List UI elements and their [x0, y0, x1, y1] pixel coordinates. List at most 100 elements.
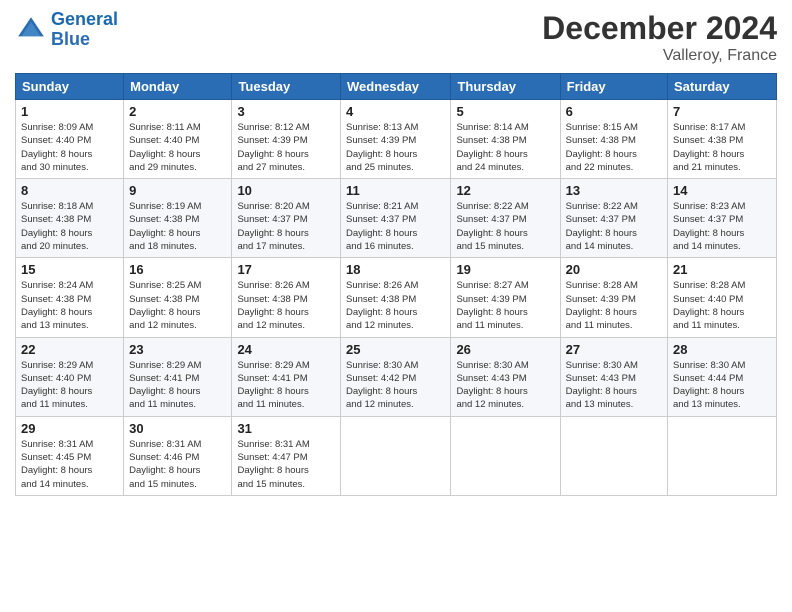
day-header-thursday: Thursday: [451, 74, 560, 100]
day-info: Sunrise: 8:28 AM Sunset: 4:40 PM Dayligh…: [673, 279, 771, 332]
day-info: Sunrise: 8:30 AM Sunset: 4:43 PM Dayligh…: [566, 359, 662, 412]
calendar-cell: 26 Sunrise: 8:30 AM Sunset: 4:43 PM Dayli…: [451, 337, 560, 416]
calendar-week-row: 15 Sunrise: 8:24 AM Sunset: 4:38 PM Dayli…: [16, 258, 777, 337]
calendar-cell: 6 Sunrise: 8:15 AM Sunset: 4:38 PM Daylig…: [560, 100, 667, 179]
day-number: 13: [566, 183, 662, 198]
calendar-cell: 13 Sunrise: 8:22 AM Sunset: 4:37 PM Dayli…: [560, 179, 667, 258]
day-info: Sunrise: 8:29 AM Sunset: 4:41 PM Dayligh…: [237, 359, 335, 412]
calendar-cell: 23Sunrise: 8:29 AM Sunset: 4:41 PM Dayli…: [124, 337, 232, 416]
subtitle: Valleroy, France: [542, 47, 777, 65]
day-header-wednesday: Wednesday: [341, 74, 451, 100]
day-info: Sunrise: 8:30 AM Sunset: 4:42 PM Dayligh…: [346, 359, 445, 412]
calendar-header-row: SundayMondayTuesdayWednesdayThursdayFrid…: [16, 74, 777, 100]
day-info: Sunrise: 8:22 AM Sunset: 4:37 PM Dayligh…: [456, 200, 554, 253]
day-info: Sunrise: 8:31 AM Sunset: 4:45 PM Dayligh…: [21, 438, 118, 491]
day-number: 5: [456, 104, 554, 119]
logo-icon: [15, 14, 47, 46]
calendar-week-row: 8Sunrise: 8:18 AM Sunset: 4:38 PM Daylig…: [16, 179, 777, 258]
calendar-cell: 4 Sunrise: 8:13 AM Sunset: 4:39 PM Daylig…: [341, 100, 451, 179]
calendar-cell: 22Sunrise: 8:29 AM Sunset: 4:40 PM Dayli…: [16, 337, 124, 416]
day-info: Sunrise: 8:19 AM Sunset: 4:38 PM Dayligh…: [129, 200, 226, 253]
page: General Blue December 2024 Valleroy, Fra…: [0, 0, 792, 612]
day-number: 4: [346, 104, 445, 119]
day-info: Sunrise: 8:29 AM Sunset: 4:40 PM Dayligh…: [21, 359, 118, 412]
day-info: Sunrise: 8:22 AM Sunset: 4:37 PM Dayligh…: [566, 200, 662, 253]
title-block: December 2024 Valleroy, France: [542, 10, 777, 65]
calendar-cell: 31 Sunrise: 8:31 AM Sunset: 4:47 PM Dayli…: [232, 416, 341, 495]
day-info: Sunrise: 8:14 AM Sunset: 4:38 PM Dayligh…: [456, 121, 554, 174]
day-number: 27: [566, 342, 662, 357]
day-info: Sunrise: 8:30 AM Sunset: 4:44 PM Dayligh…: [673, 359, 771, 412]
day-number: 6: [566, 104, 662, 119]
day-info: Sunrise: 8:27 AM Sunset: 4:39 PM Dayligh…: [456, 279, 554, 332]
calendar-cell: [341, 416, 451, 495]
calendar-body: 1 Sunrise: 8:09 AM Sunset: 4:40 PM Daylig…: [16, 100, 777, 496]
day-info: Sunrise: 8:28 AM Sunset: 4:39 PM Dayligh…: [566, 279, 662, 332]
day-header-sunday: Sunday: [16, 74, 124, 100]
day-number: 1: [21, 104, 118, 119]
day-info: Sunrise: 8:18 AM Sunset: 4:38 PM Dayligh…: [21, 200, 118, 253]
day-number: 19: [456, 262, 554, 277]
logo-text: General Blue: [51, 10, 118, 50]
day-info: Sunrise: 8:12 AM Sunset: 4:39 PM Dayligh…: [237, 121, 335, 174]
calendar-cell: 15 Sunrise: 8:24 AM Sunset: 4:38 PM Dayli…: [16, 258, 124, 337]
header: General Blue December 2024 Valleroy, Fra…: [15, 10, 777, 65]
day-number: 26: [456, 342, 554, 357]
calendar-cell: 25Sunrise: 8:30 AM Sunset: 4:42 PM Dayli…: [341, 337, 451, 416]
calendar-cell: 10 Sunrise: 8:20 AM Sunset: 4:37 PM Dayli…: [232, 179, 341, 258]
day-number: 15: [21, 262, 118, 277]
day-info: Sunrise: 8:13 AM Sunset: 4:39 PM Dayligh…: [346, 121, 445, 174]
day-info: Sunrise: 8:17 AM Sunset: 4:38 PM Dayligh…: [673, 121, 771, 174]
day-number: 21: [673, 262, 771, 277]
calendar-cell: 30Sunrise: 8:31 AM Sunset: 4:46 PM Dayli…: [124, 416, 232, 495]
calendar-cell: [560, 416, 667, 495]
calendar-table: SundayMondayTuesdayWednesdayThursdayFrid…: [15, 73, 777, 496]
calendar-cell: 20 Sunrise: 8:28 AM Sunset: 4:39 PM Dayli…: [560, 258, 667, 337]
main-title: December 2024: [542, 10, 777, 47]
day-number: 3: [237, 104, 335, 119]
day-number: 11: [346, 183, 445, 198]
day-info: Sunrise: 8:15 AM Sunset: 4:38 PM Dayligh…: [566, 121, 662, 174]
day-number: 20: [566, 262, 662, 277]
calendar-cell: 21 Sunrise: 8:28 AM Sunset: 4:40 PM Dayli…: [668, 258, 777, 337]
calendar-cell: 14Sunrise: 8:23 AM Sunset: 4:37 PM Dayli…: [668, 179, 777, 258]
calendar-week-row: 29Sunrise: 8:31 AM Sunset: 4:45 PM Dayli…: [16, 416, 777, 495]
calendar-cell: 9 Sunrise: 8:19 AM Sunset: 4:38 PM Daylig…: [124, 179, 232, 258]
day-number: 9: [129, 183, 226, 198]
day-number: 31: [237, 421, 335, 436]
calendar-cell: [668, 416, 777, 495]
day-info: Sunrise: 8:24 AM Sunset: 4:38 PM Dayligh…: [21, 279, 118, 332]
calendar-cell: [451, 416, 560, 495]
day-number: 7: [673, 104, 771, 119]
day-info: Sunrise: 8:09 AM Sunset: 4:40 PM Dayligh…: [21, 121, 118, 174]
day-header-monday: Monday: [124, 74, 232, 100]
calendar-cell: 12 Sunrise: 8:22 AM Sunset: 4:37 PM Dayli…: [451, 179, 560, 258]
day-info: Sunrise: 8:20 AM Sunset: 4:37 PM Dayligh…: [237, 200, 335, 253]
day-info: Sunrise: 8:31 AM Sunset: 4:47 PM Dayligh…: [237, 438, 335, 491]
calendar-week-row: 1 Sunrise: 8:09 AM Sunset: 4:40 PM Daylig…: [16, 100, 777, 179]
calendar-cell: 17 Sunrise: 8:26 AM Sunset: 4:38 PM Dayli…: [232, 258, 341, 337]
calendar-cell: 11 Sunrise: 8:21 AM Sunset: 4:37 PM Dayli…: [341, 179, 451, 258]
day-number: 30: [129, 421, 226, 436]
logo: General Blue: [15, 10, 118, 50]
day-number: 10: [237, 183, 335, 198]
day-info: Sunrise: 8:21 AM Sunset: 4:37 PM Dayligh…: [346, 200, 445, 253]
day-number: 14: [673, 183, 771, 198]
calendar-week-row: 22Sunrise: 8:29 AM Sunset: 4:40 PM Dayli…: [16, 337, 777, 416]
calendar-cell: 29Sunrise: 8:31 AM Sunset: 4:45 PM Dayli…: [16, 416, 124, 495]
calendar-cell: 5 Sunrise: 8:14 AM Sunset: 4:38 PM Daylig…: [451, 100, 560, 179]
calendar-cell: 3 Sunrise: 8:12 AM Sunset: 4:39 PM Daylig…: [232, 100, 341, 179]
calendar-cell: 7 Sunrise: 8:17 AM Sunset: 4:38 PM Daylig…: [668, 100, 777, 179]
calendar-cell: 2Sunrise: 8:11 AM Sunset: 4:40 PM Daylig…: [124, 100, 232, 179]
day-number: 17: [237, 262, 335, 277]
day-info: Sunrise: 8:26 AM Sunset: 4:38 PM Dayligh…: [237, 279, 335, 332]
day-number: 28: [673, 342, 771, 357]
day-info: Sunrise: 8:30 AM Sunset: 4:43 PM Dayligh…: [456, 359, 554, 412]
day-number: 2: [129, 104, 226, 119]
day-number: 24: [237, 342, 335, 357]
calendar-cell: 16Sunrise: 8:25 AM Sunset: 4:38 PM Dayli…: [124, 258, 232, 337]
day-number: 18: [346, 262, 445, 277]
day-header-tuesday: Tuesday: [232, 74, 341, 100]
day-number: 12: [456, 183, 554, 198]
calendar-cell: 1 Sunrise: 8:09 AM Sunset: 4:40 PM Daylig…: [16, 100, 124, 179]
